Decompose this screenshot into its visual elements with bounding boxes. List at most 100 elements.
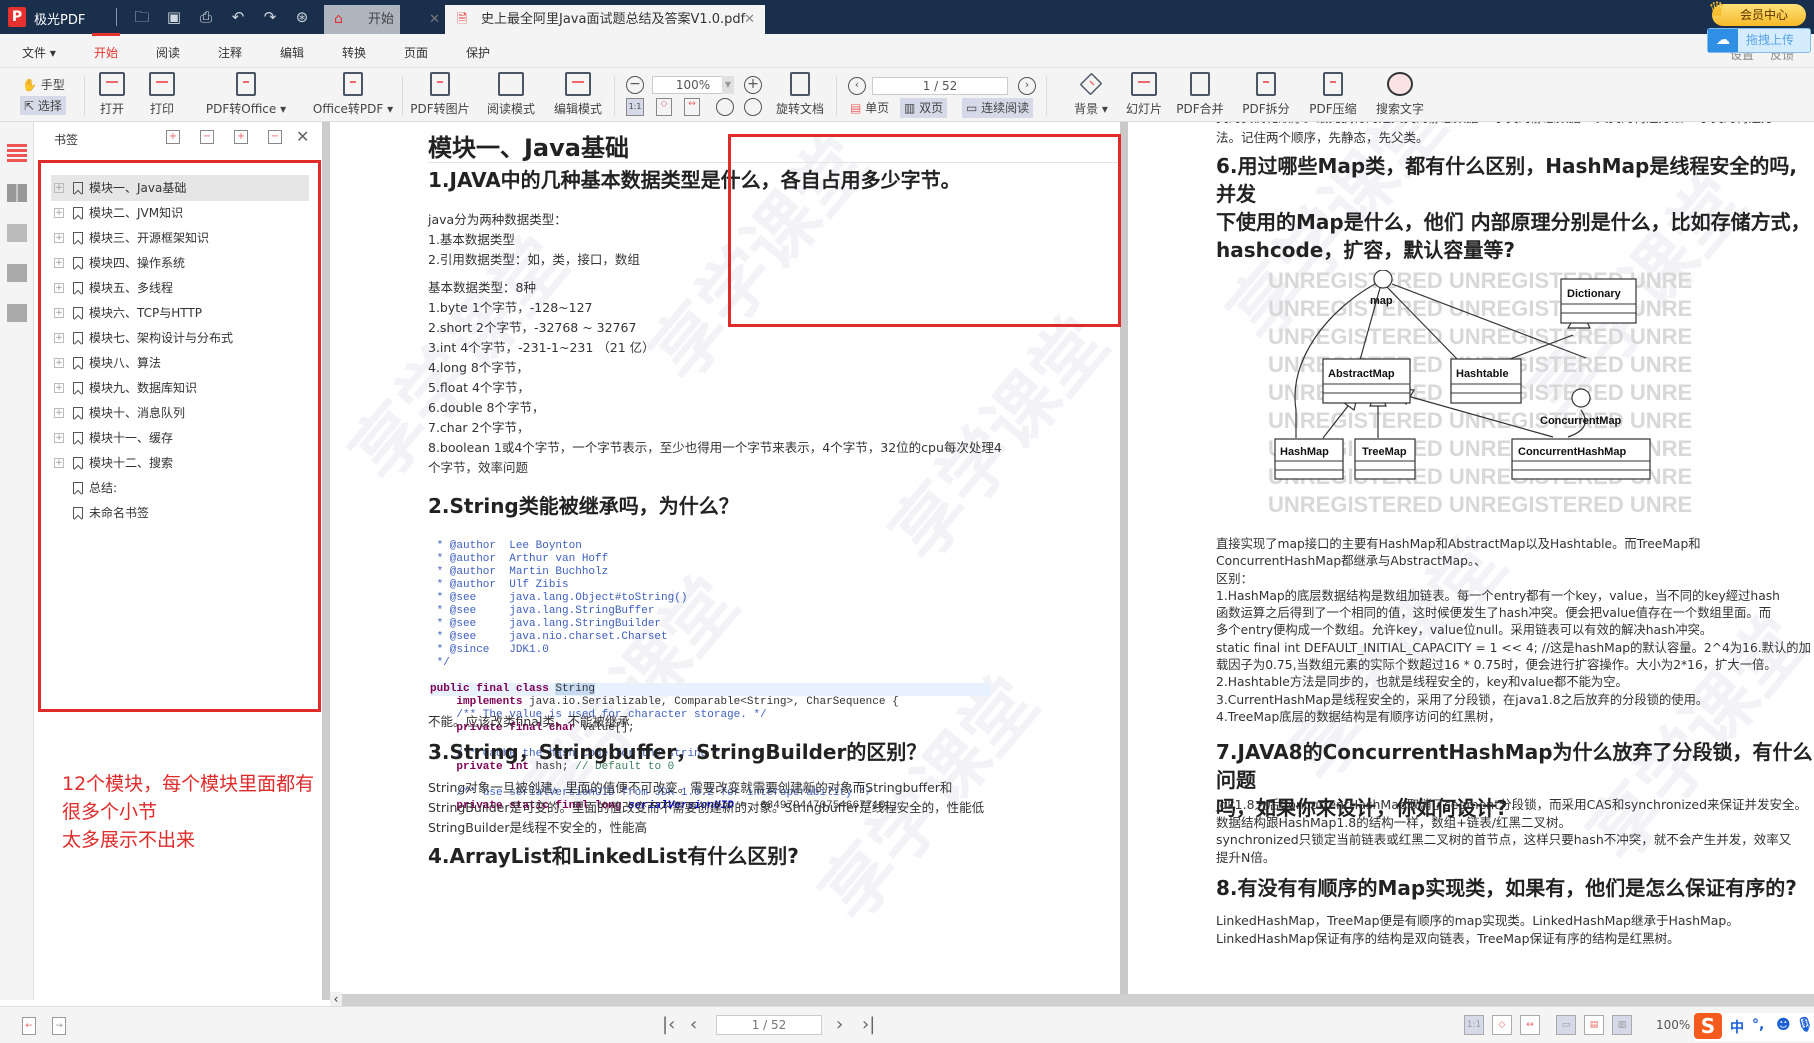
expand-icon[interactable]: + xyxy=(54,433,64,443)
print-button[interactable]: 打印 xyxy=(142,72,182,117)
attachments-icon[interactable] xyxy=(7,304,27,322)
expand-icon[interactable]: + xyxy=(54,458,64,468)
office-to-pdf-button[interactable]: Office转PDF ▾ xyxy=(312,72,394,117)
ime-punctuation[interactable]: °, xyxy=(1752,1017,1764,1033)
prev-document-icon[interactable]: ← xyxy=(22,1017,36,1035)
menu-read[interactable]: 阅读 xyxy=(156,44,180,61)
hand-tool-button[interactable]: ✋ 手型 xyxy=(22,76,65,93)
zoom-out-button[interactable]: − xyxy=(626,76,644,94)
single-page-button[interactable]: ▤ 单页 xyxy=(846,98,893,118)
double-page-view-icon[interactable]: ▥ xyxy=(1612,1015,1632,1035)
prev-page-button[interactable]: ‹ xyxy=(690,1014,697,1035)
bookmark-item[interactable]: + 模块十一、缓存 xyxy=(51,425,309,451)
emoji-icon[interactable]: ☻ xyxy=(1776,1017,1791,1033)
search-panel-icon[interactable] xyxy=(7,264,27,282)
zoom-dropdown-icon[interactable]: ▼ xyxy=(722,76,734,94)
bookmark-item[interactable]: 总结: xyxy=(51,475,309,501)
menu-convert[interactable]: 转换 xyxy=(342,44,366,61)
expand-icon[interactable]: + xyxy=(54,358,64,368)
single-page-view-icon[interactable]: ▤ xyxy=(1584,1015,1604,1035)
expand-all-icon[interactable]: + xyxy=(166,130,180,144)
close-panel-icon[interactable]: ✕ xyxy=(296,127,309,146)
close-tab-icon[interactable]: ✕ xyxy=(744,5,755,34)
bookmark-item[interactable]: + 模块七、架构设计与分布式 xyxy=(51,325,309,351)
microphone-icon[interactable]: 🎙 xyxy=(1796,1017,1814,1033)
fit-width-icon[interactable]: ↔ xyxy=(1520,1015,1540,1035)
menu-start[interactable]: 开始 xyxy=(91,33,121,61)
bookmark-item[interactable]: 未命名书签 xyxy=(51,500,309,526)
menu-protect[interactable]: 保护 xyxy=(466,44,490,61)
page-number-input[interactable]: 1 / 52 xyxy=(872,77,1008,95)
search-text-button[interactable]: 搜索文字 xyxy=(1372,72,1428,117)
fit-width-icon[interactable]: ↔ xyxy=(684,98,700,116)
sogou-logo-icon[interactable]: S xyxy=(1694,1013,1722,1039)
bookmark-list-icon[interactable] xyxy=(7,144,27,162)
read-mode-button[interactable]: 阅读模式 xyxy=(483,72,539,117)
zoom-in-button[interactable]: + xyxy=(744,76,762,94)
bookmark-item[interactable]: + 模块四、操作系统 xyxy=(51,250,309,276)
thumbnails-icon[interactable] xyxy=(7,184,27,202)
expand-icon[interactable]: + xyxy=(54,208,64,218)
remove-bookmark-icon[interactable]: − xyxy=(268,130,282,144)
first-page-button[interactable]: |‹ xyxy=(662,1014,675,1035)
bookmark-item[interactable]: + 模块十、消息队列 xyxy=(51,400,309,426)
bookmark-item[interactable]: + 模块九、数据库知识 xyxy=(51,375,309,401)
bookmark-item[interactable]: + 模块八、算法 xyxy=(51,350,309,376)
status-page-input[interactable]: 1 / 52 xyxy=(716,1015,822,1035)
bookmark-item[interactable]: + 模块五、多线程 xyxy=(51,275,309,301)
add-bookmark-icon[interactable]: + xyxy=(234,130,248,144)
expand-icon[interactable]: + xyxy=(54,333,64,343)
status-zoom[interactable]: 100% xyxy=(1656,1018,1690,1032)
horizontal-scrollbar[interactable]: ‹ xyxy=(330,992,1814,1006)
rotate-document-button[interactable]: 旋转文档 xyxy=(772,72,828,117)
tab-home[interactable]: ⌂ 开始 ✕ xyxy=(324,5,440,34)
expand-icon[interactable]: + xyxy=(54,308,64,318)
actual-size-icon[interactable]: 1:1 xyxy=(626,98,644,116)
print-icon[interactable]: ⎙ xyxy=(196,7,216,27)
select-tool-button[interactable]: ⇱ 选择 xyxy=(20,96,66,115)
tab-pdf-document[interactable]: 🗎 史上最全阿里Java面试题总结及答案V1.0.pdf ✕ xyxy=(445,5,765,34)
ime-language[interactable]: 中 xyxy=(1730,1017,1744,1037)
slideshow-button[interactable]: 幻灯片 xyxy=(1122,72,1166,117)
drag-upload-button[interactable]: ☁ 拖拽上传 xyxy=(1707,28,1811,53)
panel-scrollbar[interactable] xyxy=(322,122,330,1000)
expand-icon[interactable]: + xyxy=(54,383,64,393)
upgrade-icon[interactable]: ⊛ xyxy=(292,7,312,27)
fit-page-icon[interactable]: ◇ xyxy=(1492,1015,1512,1035)
bookmark-item[interactable]: + 模块六、TCP与HTTP xyxy=(51,300,309,326)
close-tab-icon[interactable]: ✕ xyxy=(429,5,440,34)
menu-edit[interactable]: 编辑 xyxy=(280,44,304,61)
menu-annotate[interactable]: 注释 xyxy=(218,44,242,61)
scroll-left-icon[interactable]: ‹ xyxy=(330,992,342,1006)
rotate-right-icon[interactable] xyxy=(744,98,762,116)
expand-icon[interactable]: + xyxy=(54,183,64,193)
expand-icon[interactable]: + xyxy=(54,258,64,268)
collapse-all-icon[interactable]: − xyxy=(200,130,214,144)
actual-size-icon[interactable]: 1:1 xyxy=(1464,1015,1484,1035)
expand-icon[interactable]: + xyxy=(54,408,64,418)
pdf-to-office-button[interactable]: PDF转Office ▾ xyxy=(205,72,287,117)
open-button[interactable]: 打开 xyxy=(92,72,132,117)
pdf-compress-button[interactable]: PDF压缩 xyxy=(1305,72,1361,117)
next-page-button[interactable]: › xyxy=(1018,77,1036,95)
background-button[interactable]: 背景 ▾ xyxy=(1066,72,1116,117)
menu-file[interactable]: 文件 ▾ xyxy=(22,44,56,61)
rotate-left-icon[interactable] xyxy=(716,98,734,116)
prev-page-button[interactable]: ‹ xyxy=(848,77,866,95)
pdf-to-image-button[interactable]: PDF转图片 xyxy=(410,72,470,117)
double-page-button[interactable]: ▥ 双页 xyxy=(900,98,948,118)
vip-center-button[interactable]: ♛ 会员中心 xyxy=(1708,0,1806,26)
expand-icon[interactable]: + xyxy=(54,283,64,293)
pdf-split-button[interactable]: PDF拆分 xyxy=(1238,72,1294,117)
edit-mode-button[interactable]: 编辑模式 xyxy=(550,72,606,117)
continuous-read-button[interactable]: ▭ 连续阅读 xyxy=(962,98,1034,118)
next-document-icon[interactable]: → xyxy=(52,1017,66,1035)
annotations-icon[interactable] xyxy=(7,224,27,242)
continuous-view-icon[interactable]: ▭ xyxy=(1556,1015,1576,1035)
redo-icon[interactable]: ↷ xyxy=(260,7,280,27)
menu-page[interactable]: 页面 xyxy=(404,44,428,61)
expand-icon[interactable]: + xyxy=(54,233,64,243)
bookmark-item[interactable]: + 模块一、Java基础 xyxy=(51,175,309,201)
bookmark-item[interactable]: + 模块三、开源框架知识 xyxy=(51,225,309,251)
open-folder-icon[interactable]: 🗀 xyxy=(132,7,152,27)
